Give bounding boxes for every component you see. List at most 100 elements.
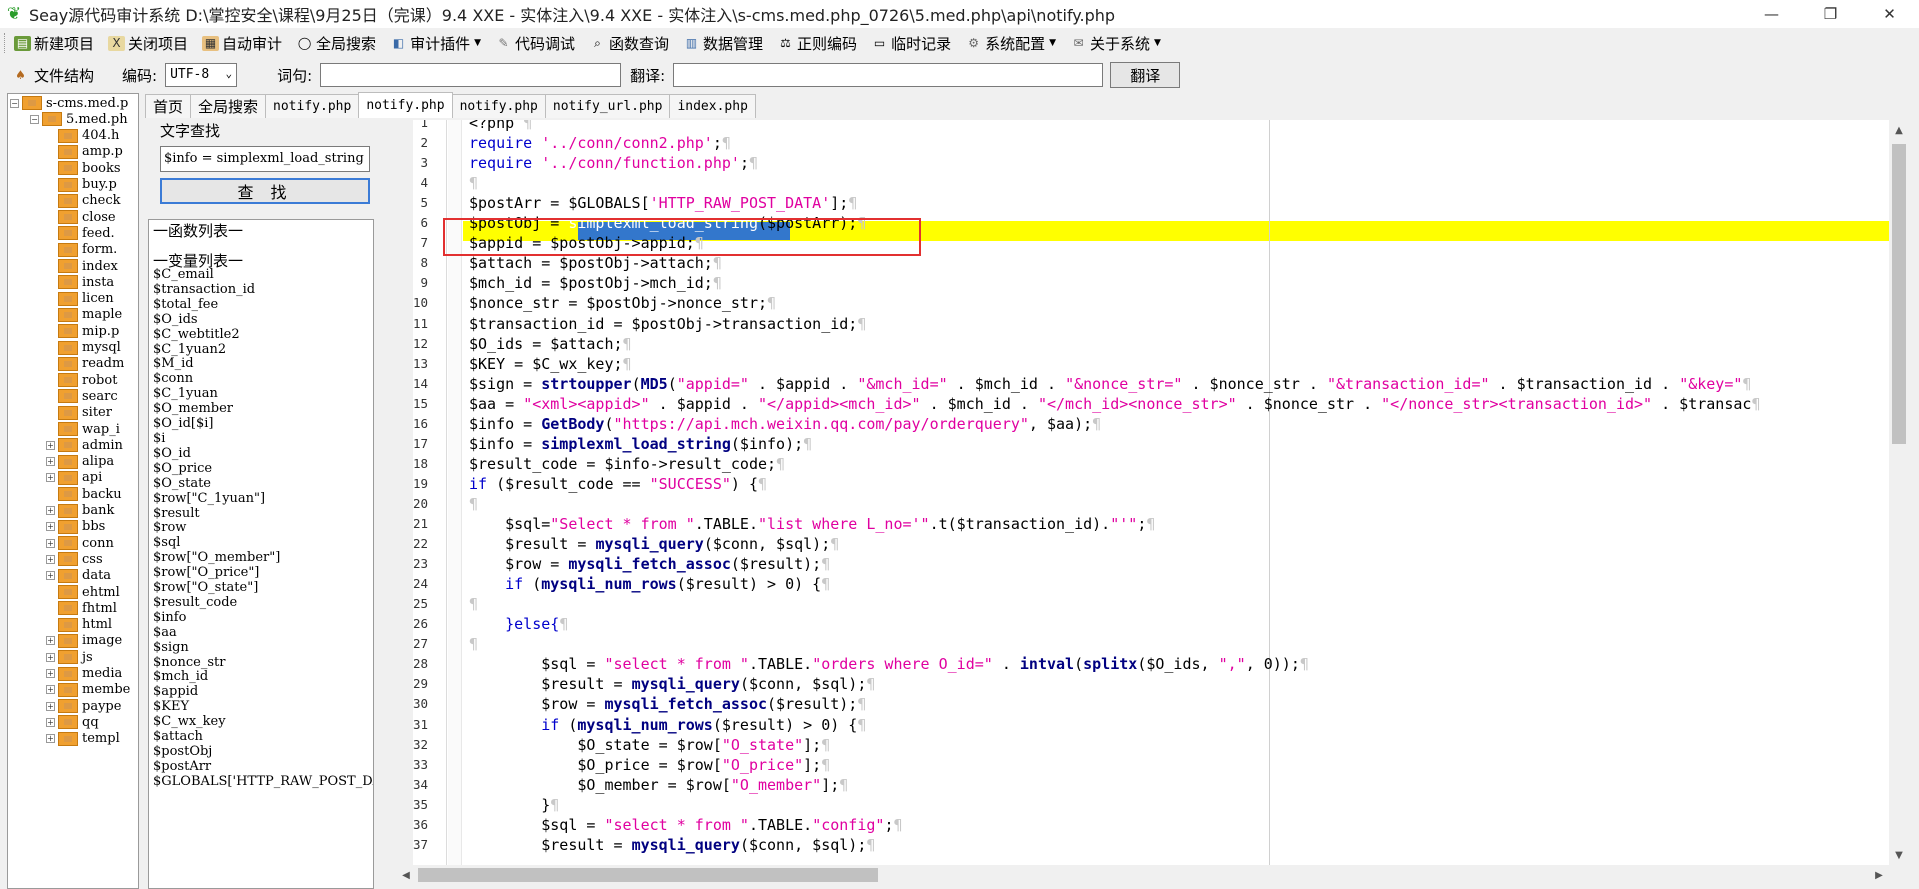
translate-input[interactable] [673,63,1104,87]
code-line[interactable]: $info = GetBody("https://api.mch.weixin.… [469,414,1101,434]
code-line[interactable]: $O_state = $row["O_state"];¶ [469,735,830,755]
variable-item[interactable]: $O_id[$i] [153,416,373,432]
code-line[interactable]: }else{¶ [469,614,568,634]
variable-item[interactable]: $result_code [153,595,373,611]
variable-item[interactable]: $row["O_state"] [153,580,373,596]
expand-icon[interactable]: + [46,734,55,744]
variable-item[interactable]: $info [153,610,373,626]
minimize-button[interactable]: — [1742,0,1801,28]
code-line[interactable]: $result = mysqli_query($conn, $sql);¶ [469,674,875,694]
menu-system-config[interactable]: ⚙ 系统配置 ▼ [965,33,1056,54]
code-line[interactable]: $transaction_id = $postObj->transaction_… [469,314,866,334]
code-line[interactable]: $O_member = $row["O_member"];¶ [469,775,848,795]
variable-item[interactable]: $row [153,521,373,536]
code-line[interactable]: $O_price = $row["O_price"];¶ [469,755,830,775]
close-button[interactable]: ✕ [1860,0,1919,28]
tree-node[interactable]: + templ [46,729,120,749]
code-line[interactable]: $result_code = $info->result_code;¶ [469,454,785,474]
encoding-select[interactable]: UTF-8 ⌄ [165,63,238,87]
code-line[interactable]: require '../conn/function.php';¶ [469,153,758,173]
code-line[interactable]: $result = mysqli_query($conn, $sql);¶ [469,534,839,554]
expand-icon[interactable]: + [46,538,55,548]
code-line[interactable]: $postArr = $GLOBALS['HTTP_RAW_POST_DATA'… [469,193,857,213]
code-line[interactable]: $aa = "<xml><appid>" . $appid . "</appid… [469,394,1760,414]
menu-audit-plugins[interactable]: ◧ 审计插件 ▼ [390,33,481,54]
menu-data-management[interactable]: ▥ 数据管理 [683,33,763,54]
maximize-button[interactable]: ❐ [1801,0,1860,28]
code-line[interactable]: require '../conn/conn2.php';¶ [469,133,731,153]
code-line[interactable]: ¶ [469,594,478,614]
expand-icon[interactable]: + [46,636,55,646]
code-line[interactable]: if (mysqli_num_rows($result) > 0) {¶ [469,574,830,594]
menu-regex-encode[interactable]: ⚖ 正则编码 [777,33,857,54]
expand-icon[interactable]: + [46,554,55,564]
code-line[interactable]: $mch_id = $postObj->mch_id;¶ [469,273,722,293]
editor-tab[interactable]: notify_url.php [544,94,671,118]
expand-icon[interactable]: + [46,701,55,711]
variable-item[interactable]: $transaction_id [153,282,373,298]
variable-item[interactable]: $C_wx_key [153,714,373,730]
expand-icon[interactable]: + [46,473,55,483]
expand-icon[interactable]: + [46,717,55,727]
variable-item[interactable]: $GLOBALS['HTTP_RAW_POST_DATA' [153,774,373,790]
code-line[interactable]: ¶ [469,494,478,514]
code-line[interactable]: if (mysqli_num_rows($result) > 0) {¶ [469,715,866,735]
expand-icon[interactable]: + [46,571,55,581]
menu-function-query[interactable]: ⌕ 函数查询 [589,33,669,54]
variable-item[interactable]: $O_state [153,476,373,492]
word-input[interactable] [320,63,622,87]
code-line[interactable]: <?php ¶ [469,120,532,133]
expand-icon[interactable]: + [46,506,55,515]
variable-item[interactable]: $O_ids [153,312,373,328]
code-line[interactable]: $sql="Select * from ".TABLE."list where … [469,514,1155,534]
editor-tab[interactable]: notify.php [358,92,453,118]
code-line[interactable]: }¶ [469,795,559,815]
collapse-icon[interactable]: − [30,114,39,124]
scroll-down-icon[interactable]: ▼ [1889,845,1909,865]
variable-item[interactable]: $nonce_str [153,655,373,671]
variable-item[interactable]: $C_1yuan [153,386,373,402]
variable-item[interactable]: $i [153,431,373,447]
expand-icon[interactable]: + [46,652,55,662]
code-line[interactable]: $info = simplexml_load_string($info);¶ [469,434,812,454]
vertical-scrollbar[interactable]: ▲ ▼ [1889,120,1909,865]
variable-item[interactable]: $postObj [153,744,373,760]
code-line[interactable]: $result = mysqli_query($conn, $sql);¶ [469,835,875,855]
variable-item[interactable]: $postArr [153,759,373,775]
variable-item[interactable]: $row["O_price"] [153,565,373,581]
code-line[interactable]: $sql = "select * from ".TABLE."orders wh… [469,654,1309,674]
variable-item[interactable]: $row["C_1yuan"] [153,491,373,507]
code-line[interactable]: $O_ids = $attach;¶ [469,334,632,354]
expand-icon[interactable]: + [46,440,55,450]
editor-tab[interactable]: notify.php [265,94,360,118]
menu-close-project[interactable]: X 关闭项目 [108,33,188,54]
variable-item[interactable]: $aa [153,625,373,641]
code-line[interactable]: $attach = $postObj->attach;¶ [469,253,722,273]
variable-item[interactable]: $O_member [153,401,373,417]
variable-item[interactable]: $conn [153,371,373,387]
expand-icon[interactable]: + [46,522,55,532]
variable-item[interactable]: $O_id [153,446,373,462]
variable-item[interactable]: $total_fee [153,297,373,313]
variable-item[interactable]: $row["O_member"] [153,550,373,566]
variable-item[interactable]: $C_email [153,267,373,283]
expand-icon[interactable]: + [46,457,55,467]
variable-item[interactable]: $KEY [153,699,373,715]
code-editor[interactable]: 1 2 3 4 5 6 7 8 9 10 11 12 13 14 15 16 17 18 19 20 21 22 23 24 2… [413,120,1889,865]
menu-about-system[interactable]: ✉ 关于系统 ▼ [1070,33,1160,54]
file-structure-label[interactable]: 文件结构 [34,65,94,86]
menu-new-project[interactable]: ▤ 新建项目 [14,33,94,54]
variable-item[interactable]: $appid [153,684,373,700]
code-line[interactable]: if ($result_code == "SUCCESS") {¶ [469,474,767,494]
editor-tab[interactable]: notify.php [451,94,546,118]
horizontal-scrollbar[interactable]: ◀ ▶ [396,865,1889,885]
code-line[interactable]: ¶ [469,173,478,193]
menu-global-search[interactable]: ◯ 全局搜索 [296,33,376,54]
file-tree[interactable]: − s-cms.med.p −5.med.ph 404.h amp.p books buy.… [7,93,139,889]
menu-auto-audit[interactable]: ▦ 自动审计 [202,33,282,54]
code-line[interactable]: ¶ [469,634,478,654]
variable-item[interactable]: $sql [153,535,373,551]
code-line[interactable]: $row = mysqli_fetch_assoc($result);¶ [469,694,866,714]
vertical-scroll-thumb[interactable] [1892,144,1906,444]
find-button[interactable]: 查 找 [160,178,370,204]
